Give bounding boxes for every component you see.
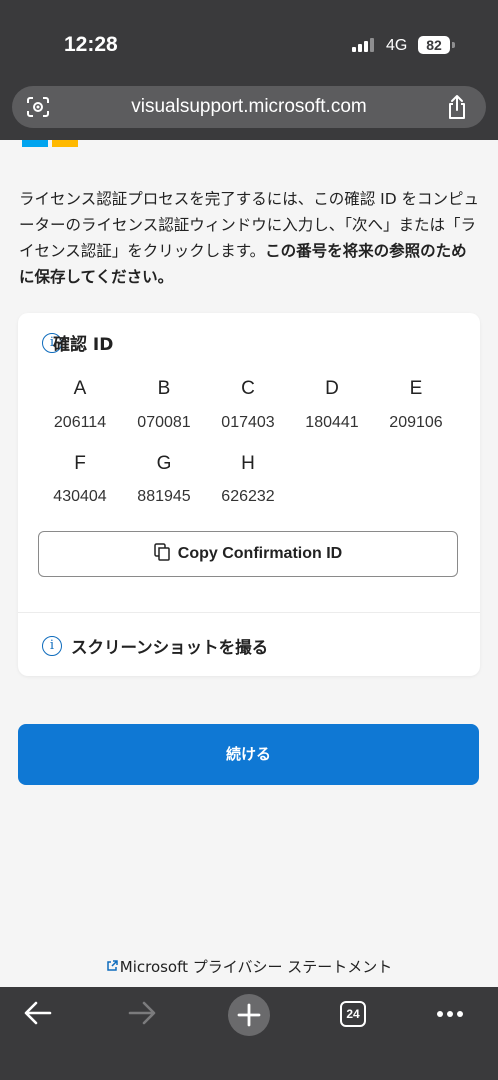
status-time: 12:28 [64,33,118,56]
continue-button[interactable]: 続ける [18,724,479,785]
group-value-c: 017403 [221,414,275,431]
take-screenshot-label[interactable]: スクリーンショットを撮る [71,634,268,658]
microsoft-logo-blue [22,140,48,147]
confirmation-id-title: 確認 ID [53,335,114,355]
group-label-f: F [74,453,86,474]
new-tab-button[interactable] [228,994,270,1036]
group-label-b: B [157,378,171,399]
group-value-g: 881945 [137,488,191,505]
battery-icon: 82 [418,36,450,54]
tabs-icon[interactable]: 24 [340,1001,366,1027]
group-label-c: C [241,378,255,399]
continue-button-label: 続ける [225,746,271,763]
group-label-h: H [241,453,255,474]
privacy-statement-link[interactable]: Microsoft プライバシー ステートメント [0,956,498,977]
group-value-e: 209106 [389,414,443,431]
group-label-e: E [409,378,423,399]
group-label-d: D [325,378,339,399]
group-label-g: G [156,453,172,474]
back-arrow-icon[interactable] [22,999,54,1027]
plus-icon [237,1003,261,1027]
more-icon[interactable] [436,1009,464,1019]
group-value-f: 430404 [53,488,107,505]
browser-top-bar: 12:28 4G 82 visualsupport.microsoft.com [0,0,498,140]
battery-tip [452,42,455,48]
share-icon[interactable] [446,94,468,120]
group-value-h: 626232 [221,488,275,505]
card-divider [18,612,480,613]
network-type: 4G [386,37,408,54]
microsoft-logo-yellow [52,140,78,147]
info-icon: i [42,636,62,656]
group-label-a: A [73,378,87,399]
copy-icon [154,543,170,561]
group-value-a: 206114 [53,414,107,431]
external-link-icon [107,960,118,971]
address-bar[interactable]: visualsupport.microsoft.com [12,86,486,128]
browser-bottom-bar: 24 [0,987,498,1080]
instructions-text: ライセンス認証プロセスを完了するには、この確認 ID をコンピューターのライセン… [19,186,481,290]
signal-icon [352,38,378,52]
forward-arrow-icon[interactable] [126,999,158,1027]
copy-confirmation-id-button[interactable]: Copy Confirmation ID [38,531,458,577]
copy-button-label: Copy Confirmation ID [177,545,343,562]
copy-button-content: Copy Confirmation ID [39,532,457,576]
group-value-d: 180441 [305,414,359,431]
group-value-b: 070081 [137,414,191,431]
privacy-statement-label: Microsoft プライバシー ステートメント [119,958,393,976]
url-text: visualsupport.microsoft.com [131,96,367,117]
